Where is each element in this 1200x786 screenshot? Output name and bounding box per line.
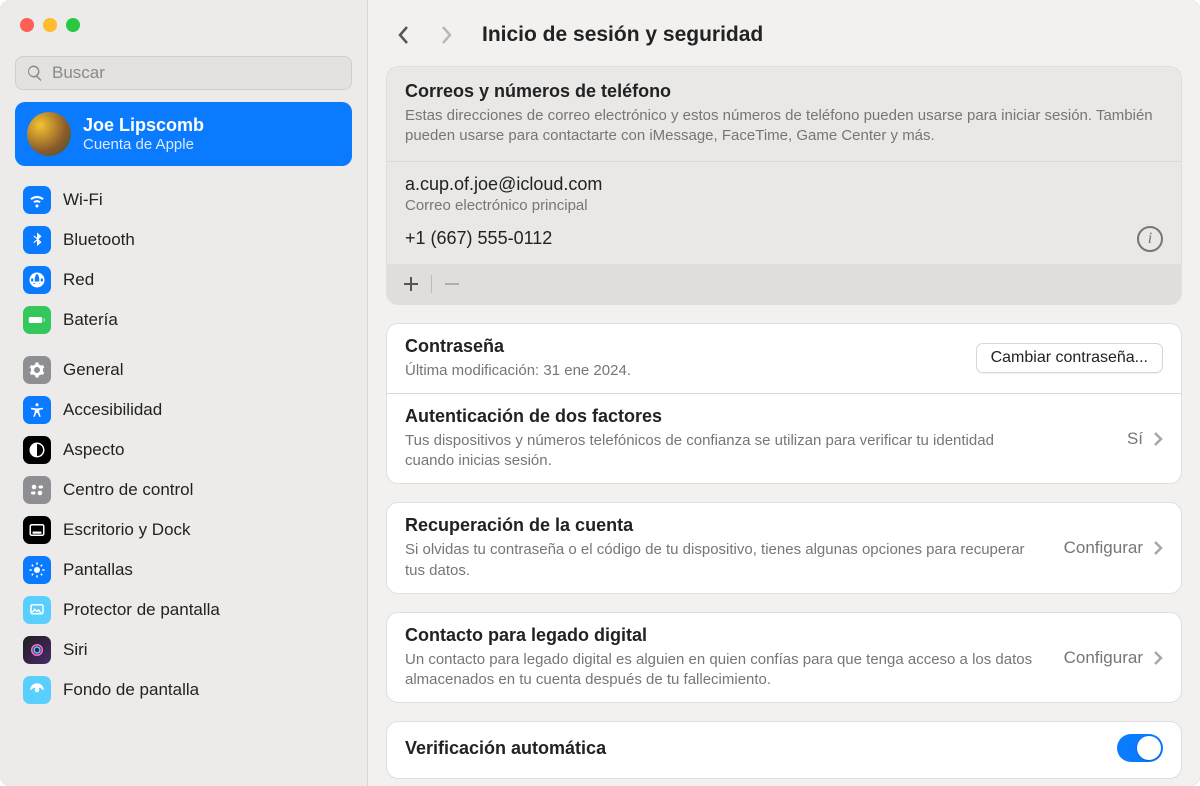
gear-icon xyxy=(23,356,51,384)
sidebar-nav: Wi-Fi Bluetooth Red Batería Ge xyxy=(0,174,367,726)
accessibility-icon xyxy=(23,396,51,424)
sidebar-item-desktop-dock[interactable]: Escritorio y Dock xyxy=(15,510,352,550)
search-field[interactable] xyxy=(15,56,352,90)
nav-label: Wi-Fi xyxy=(63,190,103,210)
plus-icon xyxy=(403,276,419,292)
bluetooth-icon xyxy=(23,226,51,254)
nav-label: General xyxy=(63,360,123,380)
minimize-window-button[interactable] xyxy=(43,18,57,32)
primary-email: a.cup.of.joe@icloud.com xyxy=(405,174,1163,195)
legacy-contact-desc: Un contacto para legado digital es algui… xyxy=(405,650,1045,691)
contacts-card: Correos y números de teléfono Estas dire… xyxy=(386,66,1182,305)
change-password-button[interactable]: Cambiar contraseña... xyxy=(976,343,1163,373)
main-content: Inicio de sesión y seguridad Correos y n… xyxy=(368,0,1200,786)
sidebar: Joe Lipscomb Cuenta de Apple Wi-Fi Bluet… xyxy=(0,0,368,786)
password-row: Contraseña Última modificación: 31 ene 2… xyxy=(387,324,1181,393)
account-recovery-row[interactable]: Recuperación de la cuenta Si olvidas tu … xyxy=(387,503,1181,593)
nav-label: Bluetooth xyxy=(63,230,135,250)
wifi-icon xyxy=(23,186,51,214)
nav-label: Red xyxy=(63,270,94,290)
add-contact-button[interactable] xyxy=(397,270,425,298)
forward-button[interactable] xyxy=(430,18,464,52)
nav-label: Accesibilidad xyxy=(63,400,162,420)
two-factor-desc: Tus dispositivos y números telefónicos d… xyxy=(405,431,1045,472)
two-factor-status: Sí xyxy=(1127,429,1143,449)
account-recovery-desc: Si olvidas tu contraseña o el código de … xyxy=(405,540,1045,581)
account-recovery-card: Recuperación de la cuenta Si olvidas tu … xyxy=(386,502,1182,594)
auto-verify-row: Verificación automática xyxy=(387,722,1181,778)
sidebar-item-wifi[interactable]: Wi-Fi xyxy=(15,180,352,220)
nav-label: Batería xyxy=(63,310,118,330)
remove-contact-button[interactable] xyxy=(438,270,466,298)
nav-label: Centro de control xyxy=(63,480,193,500)
sidebar-item-control-center[interactable]: Centro de control xyxy=(15,470,352,510)
account-subtitle: Cuenta de Apple xyxy=(83,136,204,153)
sidebar-item-accessibility[interactable]: Accesibilidad xyxy=(15,390,352,430)
password-card: Contraseña Última modificación: 31 ene 2… xyxy=(386,323,1182,485)
nav-label: Fondo de pantalla xyxy=(63,680,199,700)
account-recovery-action: Configurar xyxy=(1064,538,1143,558)
contacts-title: Correos y números de teléfono xyxy=(405,81,1163,102)
legacy-contact-action: Configurar xyxy=(1064,648,1143,668)
window-controls xyxy=(0,0,367,46)
search-input[interactable] xyxy=(52,63,341,83)
legacy-contact-row[interactable]: Contacto para legado digital Un contacto… xyxy=(387,613,1181,703)
two-factor-row[interactable]: Autenticación de dos factores Tus dispos… xyxy=(387,394,1181,484)
sidebar-account-row[interactable]: Joe Lipscomb Cuenta de Apple xyxy=(15,102,352,166)
wallpaper-icon xyxy=(23,676,51,704)
contacts-footer xyxy=(387,264,1181,304)
sidebar-item-general[interactable]: General xyxy=(15,350,352,390)
sidebar-item-bluetooth[interactable]: Bluetooth xyxy=(15,220,352,260)
legacy-contact-card: Contacto para legado digital Un contacto… xyxy=(386,612,1182,704)
sidebar-item-displays[interactable]: Pantallas xyxy=(15,550,352,590)
nav-label: Aspecto xyxy=(63,440,124,460)
password-title: Contraseña xyxy=(405,336,976,357)
auto-verify-toggle[interactable] xyxy=(1117,734,1163,762)
close-window-button[interactable] xyxy=(20,18,34,32)
chevron-right-icon xyxy=(1153,431,1163,447)
chevron-right-icon xyxy=(1153,650,1163,666)
dock-icon xyxy=(23,516,51,544)
nav-label: Escritorio y Dock xyxy=(63,520,191,540)
auto-verify-title: Verificación automática xyxy=(405,738,1117,759)
avatar xyxy=(27,112,71,156)
header: Inicio de sesión y seguridad xyxy=(368,0,1200,66)
displays-icon xyxy=(23,556,51,584)
nav-label: Protector de pantalla xyxy=(63,600,220,620)
page-title: Inicio de sesión y seguridad xyxy=(482,23,763,47)
phone-number: +1 (667) 555-0112 xyxy=(405,228,1137,249)
globe-icon xyxy=(23,266,51,294)
primary-email-row[interactable]: a.cup.of.joe@icloud.com Correo electróni… xyxy=(387,162,1181,218)
nav-label: Pantallas xyxy=(63,560,133,580)
minus-icon xyxy=(444,276,460,292)
siri-icon xyxy=(23,636,51,664)
two-factor-title: Autenticación de dos factores xyxy=(405,406,1127,427)
appearance-icon xyxy=(23,436,51,464)
auto-verify-card: Verificación automática xyxy=(386,721,1182,779)
chevron-right-icon xyxy=(1153,540,1163,556)
account-recovery-title: Recuperación de la cuenta xyxy=(405,515,1064,536)
fullscreen-window-button[interactable] xyxy=(66,18,80,32)
legacy-contact-title: Contacto para legado digital xyxy=(405,625,1064,646)
sidebar-item-siri[interactable]: Siri xyxy=(15,630,352,670)
sidebar-item-appearance[interactable]: Aspecto xyxy=(15,430,352,470)
phone-row[interactable]: +1 (667) 555-0112 i xyxy=(387,218,1181,264)
password-desc: Última modificación: 31 ene 2024. xyxy=(405,361,976,381)
sidebar-item-battery[interactable]: Batería xyxy=(15,300,352,340)
battery-icon xyxy=(23,306,51,334)
nav-label: Siri xyxy=(63,640,88,660)
control-center-icon xyxy=(23,476,51,504)
sidebar-item-screensaver[interactable]: Protector de pantalla xyxy=(15,590,352,630)
account-name: Joe Lipscomb xyxy=(83,115,204,136)
sidebar-item-network[interactable]: Red xyxy=(15,260,352,300)
contacts-desc: Estas direcciones de correo electrónico … xyxy=(405,106,1163,147)
settings-window: Joe Lipscomb Cuenta de Apple Wi-Fi Bluet… xyxy=(0,0,1200,786)
primary-email-label: Correo electrónico principal xyxy=(405,197,1163,214)
phone-info-button[interactable]: i xyxy=(1137,226,1163,252)
screensaver-icon xyxy=(23,596,51,624)
back-button[interactable] xyxy=(386,18,420,52)
search-icon xyxy=(26,64,44,82)
sidebar-item-wallpaper[interactable]: Fondo de pantalla xyxy=(15,670,352,710)
